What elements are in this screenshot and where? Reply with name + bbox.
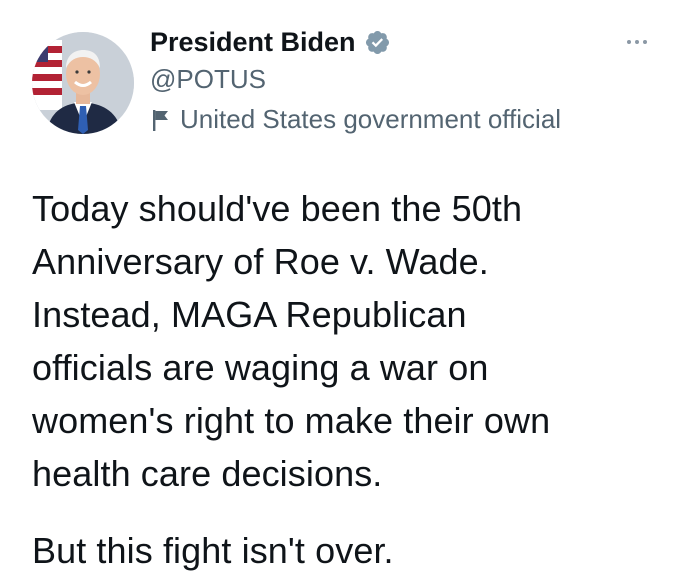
government-label-text: United States government official (180, 104, 562, 134)
tweet-text-line: Today should've been the 50th (32, 188, 523, 229)
tweet-text-line: Instead, MAGA Republican (32, 294, 467, 335)
government-label[interactable]: United States government official (150, 104, 561, 135)
flag-icon (150, 107, 172, 133)
tweet-text-line: health care decisions. (32, 453, 383, 494)
tweet-card: President Biden @POTUS United States gov… (0, 0, 680, 585)
author-avatar[interactable] (32, 32, 134, 134)
author-name-row: President Biden (150, 24, 391, 60)
tweet-text: Today should've been the 50th Anniversar… (32, 182, 672, 577)
author-display-name[interactable]: President Biden (150, 27, 356, 58)
tweet-text-line: women's right to make their own (32, 400, 551, 441)
verified-badge-icon (364, 29, 391, 56)
tweet-closing-line: But this fight isn't over. (32, 530, 394, 571)
tweet-text-line: Anniversary of Roe v. Wade. (32, 241, 489, 282)
more-options-icon[interactable] (622, 34, 652, 50)
portrait-avatar-icon (32, 32, 134, 134)
author-handle[interactable]: @POTUS (150, 64, 266, 95)
tweet-text-line: officials are waging a war on (32, 347, 489, 388)
